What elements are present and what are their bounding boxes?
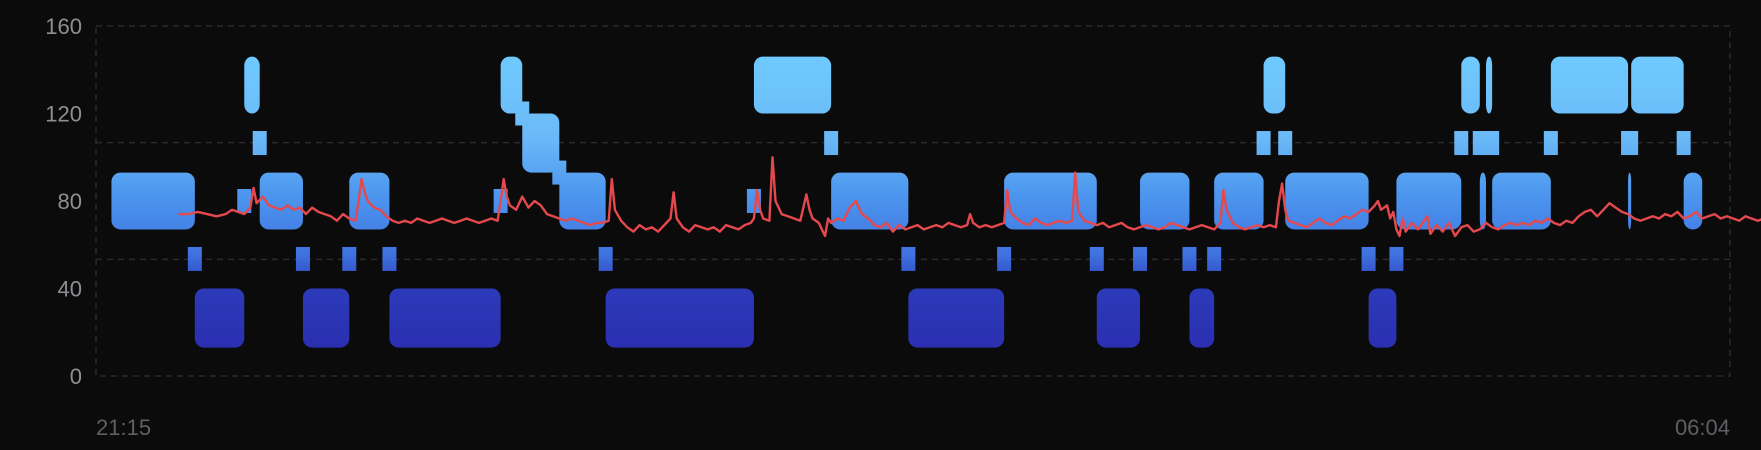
x-axis: 21:15 06:04 [96, 415, 1730, 440]
stage-transition [1389, 246, 1404, 271]
stage-transition [342, 246, 357, 271]
y-tick-label-0: 0 [70, 364, 82, 389]
stage-transition [1089, 246, 1104, 271]
stage-segment-deep [1096, 288, 1141, 348]
stage-segment-light [1140, 172, 1190, 230]
stage-transition [1624, 131, 1639, 156]
stage-segment-light [1285, 172, 1369, 230]
stage-transition [901, 246, 916, 271]
stage-segment-light [1683, 172, 1703, 230]
stage-segment-deep [908, 288, 1005, 348]
stage-segment-light [1479, 172, 1486, 230]
stage-segment-awake [244, 56, 260, 114]
stage-transition [824, 131, 839, 156]
stage-segment-deep [1189, 288, 1215, 348]
y-tick-label-80: 80 [58, 189, 82, 214]
y-tick-label-160: 160 [45, 14, 82, 39]
sleep-chart-svg: 0 40 80 120 160 21:15 06:04 [45, 14, 1761, 440]
stage-transition [997, 246, 1012, 271]
stage-transition [1543, 131, 1558, 156]
y-tick-label-40: 40 [58, 277, 82, 302]
stage-transition [1454, 131, 1469, 156]
stage-segment-light [1628, 172, 1632, 230]
stage-transition [187, 246, 202, 271]
y-tick-label-120: 120 [45, 102, 82, 127]
stage-transition [1256, 131, 1271, 156]
stage-transition [598, 246, 613, 271]
x-start-label: 21:15 [96, 415, 151, 440]
stage-segment-deep [302, 288, 350, 348]
stage-transition [1207, 246, 1222, 271]
stage-transition [252, 131, 267, 156]
sleep-chart: 0 40 80 120 160 21:15 06:04 [0, 0, 1761, 450]
stage-transition [1676, 131, 1691, 156]
stage-transition [515, 101, 530, 126]
stage-segment-light [1492, 172, 1551, 230]
stage-transition [382, 246, 397, 271]
stage-transition [1182, 246, 1197, 271]
stage-segment-light [111, 172, 195, 230]
y-axis: 0 40 80 120 160 [45, 14, 82, 389]
sleep-stage-area [111, 56, 1703, 348]
stage-transition [1278, 131, 1293, 156]
stage-transition [552, 160, 567, 185]
stage-segment-deep [389, 288, 501, 348]
stage-segment-awake [1631, 56, 1684, 114]
stage-segment-awake [1263, 56, 1286, 114]
stage-transition [1133, 246, 1148, 271]
stage-transition [1361, 246, 1376, 271]
stage-segment-awake [1550, 56, 1629, 114]
stage-segment-deep [605, 288, 754, 348]
stage-segment-deep [194, 288, 245, 348]
stage-transition [1485, 131, 1500, 156]
x-end-label: 06:04 [1675, 415, 1730, 440]
stage-segment-awake [753, 56, 832, 114]
stage-segment-awake [1461, 56, 1480, 114]
stage-segment-awake [1485, 56, 1493, 114]
stage-transition [295, 246, 310, 271]
stage-segment-deep [1368, 288, 1397, 348]
